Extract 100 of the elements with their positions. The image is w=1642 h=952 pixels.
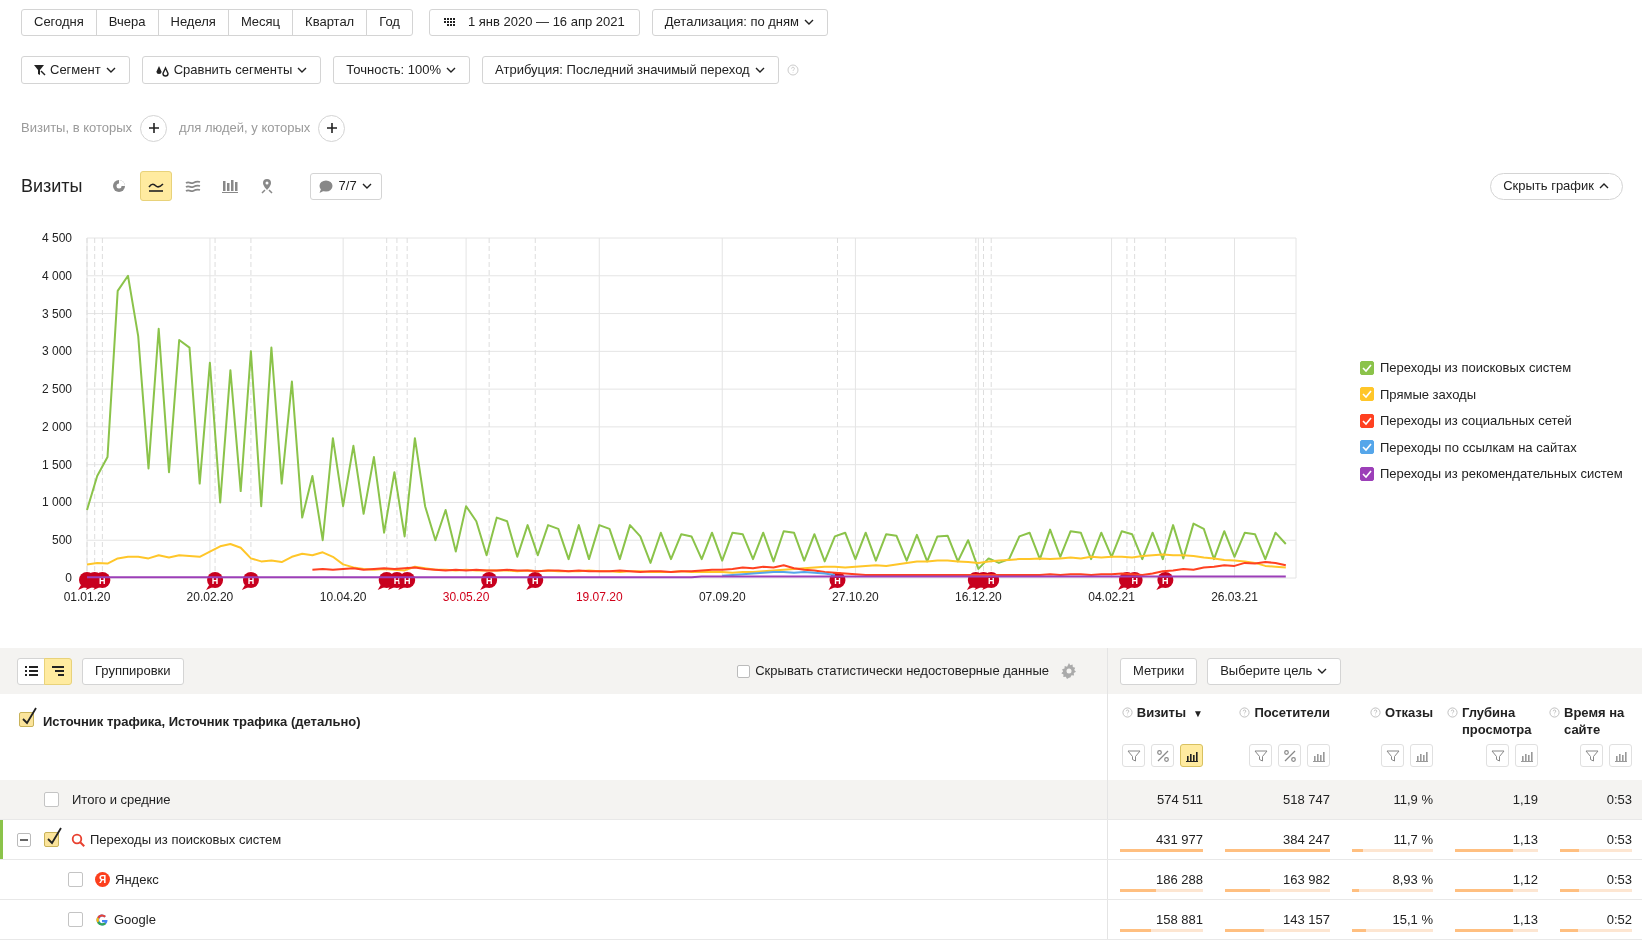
percent-icon xyxy=(1282,748,1297,763)
axis-label: 27.10.20 xyxy=(832,590,879,604)
date-preset-button[interactable]: Сегодня xyxy=(21,8,97,36)
note-marker[interactable]: Н xyxy=(982,572,1000,590)
column-header[interactable]: Визиты xyxy=(1136,704,1187,721)
checkbox-label: Скрывать статистически недостоверные данные xyxy=(755,662,1049,681)
pie-chart-icon xyxy=(110,178,127,194)
axis-label: 2 000 xyxy=(41,419,72,434)
axis-label: 500 xyxy=(51,533,72,548)
table-cell-text: 1,13 xyxy=(1512,830,1538,849)
note-marker[interactable]: Н xyxy=(241,572,259,590)
column-header[interactable]: Отказы xyxy=(1385,704,1433,721)
axis-label: 4 000 xyxy=(41,268,72,283)
view-mode-button[interactable] xyxy=(44,657,72,685)
calendar-icon xyxy=(443,16,456,28)
chart-type-button[interactable] xyxy=(139,171,172,201)
note-marker[interactable]: Н xyxy=(480,572,498,590)
legend-checkbox[interactable] xyxy=(1360,360,1374,375)
axis-label: 1 000 xyxy=(41,495,72,510)
note-marker[interactable]: Н xyxy=(526,572,544,590)
date-range-button[interactable]: 1 янв 2020 — 16 апр 2021 xyxy=(428,8,640,36)
axis-label: 20.02.20 xyxy=(186,590,234,604)
column-header[interactable]: Время на сайте xyxy=(1564,704,1632,738)
table-cell-text: 0:53 xyxy=(1606,870,1632,889)
plus-icon xyxy=(147,122,160,134)
axis-label: 0 xyxy=(65,571,72,585)
checkbox[interactable] xyxy=(44,827,62,847)
view-mode-button[interactable] xyxy=(17,657,45,685)
note-marker[interactable]: Н xyxy=(1156,572,1174,590)
table-cell-text: 143 157 xyxy=(1283,910,1330,929)
row-label[interactable]: Итого и средние xyxy=(72,789,171,810)
table-cell-text: 186 288 xyxy=(1156,870,1203,889)
axis-label: 19.07.20 xyxy=(575,590,623,604)
goal-dropdown[interactable]: Выберите цель xyxy=(1207,657,1342,685)
axis-label: 10.04.20 xyxy=(319,590,367,604)
date-preset-button[interactable]: Неделя xyxy=(157,8,229,36)
g-logo-icon xyxy=(95,912,109,927)
date-preset-button[interactable]: Год xyxy=(366,8,413,36)
legend-checkbox[interactable] xyxy=(1360,413,1374,428)
table-cell-text: 574 511 xyxy=(1156,790,1203,809)
table-cell-text: 163 982 xyxy=(1283,870,1330,889)
date-preset-button[interactable]: Месяц xyxy=(227,8,294,36)
yandex-logo-icon: Я xyxy=(95,872,110,887)
axis-label: 1 500 xyxy=(41,457,72,472)
note-marker[interactable]: Н xyxy=(93,572,111,590)
checkbox[interactable] xyxy=(737,664,751,678)
table-cell-text: 11,7 % xyxy=(1393,830,1433,849)
note-marker[interactable]: Н xyxy=(1125,572,1143,590)
date-preset-button[interactable]: Квартал xyxy=(292,8,368,36)
area-chart-icon xyxy=(184,178,201,194)
sort-indicator[interactable]: ▼ xyxy=(1193,706,1203,721)
tree-icon xyxy=(51,664,65,678)
table-cell-text: 518 747 xyxy=(1283,790,1330,809)
filter-dropdown[interactable]: Сравнить сегменты xyxy=(141,56,322,84)
table-cell-text: 1,19 xyxy=(1512,790,1538,809)
bar-chart-icon xyxy=(221,178,238,194)
notes-dropdown[interactable]: 7/7 xyxy=(309,172,382,200)
filter-dropdown[interactable]: Атрибуция: Последний значимый переход xyxy=(482,56,779,84)
row-label[interactable]: Яндекс xyxy=(115,869,159,890)
legend-label: Переходы по ссылкам на сайтах xyxy=(1380,438,1577,457)
column-header: Источник трафика, Источник трафика (детально) xyxy=(43,713,361,731)
axis-label: 4 500 xyxy=(41,231,72,245)
plus-icon xyxy=(325,122,338,134)
metrics-button[interactable]: Метрики xyxy=(1120,657,1198,685)
column-header[interactable]: Глубина просмотра xyxy=(1462,704,1538,738)
collapse-button[interactable] xyxy=(17,832,31,847)
section-title: Визиты xyxy=(21,174,83,198)
axis-label: 01.01.20 xyxy=(63,590,111,604)
row-label[interactable]: Google xyxy=(114,909,156,930)
axis-label: 3 000 xyxy=(41,344,72,359)
table-cell-text: 158 881 xyxy=(1156,910,1203,929)
comment-icon xyxy=(318,179,333,193)
detail-dropdown[interactable]: Детализация: по дням xyxy=(651,8,829,36)
note-marker[interactable]: Н xyxy=(828,572,846,590)
groupings-button[interactable]: Группировки xyxy=(82,657,184,685)
legend-checkbox[interactable] xyxy=(1360,440,1374,455)
axis-label: 04.02.21 xyxy=(1088,590,1135,604)
legend-checkbox[interactable] xyxy=(1360,466,1374,481)
checkbox[interactable] xyxy=(19,707,37,727)
axis-label: 07.09.20 xyxy=(698,590,746,604)
column-tool-button[interactable] xyxy=(1180,744,1203,767)
funnel-icon xyxy=(1385,748,1400,763)
note-marker[interactable]: Н xyxy=(206,572,224,590)
legend-label: Переходы из рекомендательных систем xyxy=(1380,465,1623,483)
filter-dropdown[interactable]: Сегмент xyxy=(21,56,130,84)
search-icon xyxy=(71,832,85,847)
table-cell-text: 0:52 xyxy=(1606,910,1632,929)
axis-label: 2 500 xyxy=(41,382,72,397)
date-preset-button[interactable]: Вчера xyxy=(95,8,159,36)
filter-dropdown[interactable]: Точность: 100% xyxy=(333,56,471,84)
row-label[interactable]: Переходы из поисковых систем xyxy=(90,829,282,850)
funnel-icon xyxy=(34,64,46,76)
table-cell-text: 11,9 % xyxy=(1393,790,1433,809)
condition-label: для людей, у которых xyxy=(179,119,311,138)
column-header[interactable]: Посетители xyxy=(1254,704,1330,721)
drops-icon xyxy=(154,63,170,77)
table-cell-text: 8,93 % xyxy=(1392,870,1433,889)
table-cell-text: 0:53 xyxy=(1606,790,1632,809)
settings-icon[interactable] xyxy=(1061,663,1077,679)
list-icon xyxy=(24,664,38,678)
